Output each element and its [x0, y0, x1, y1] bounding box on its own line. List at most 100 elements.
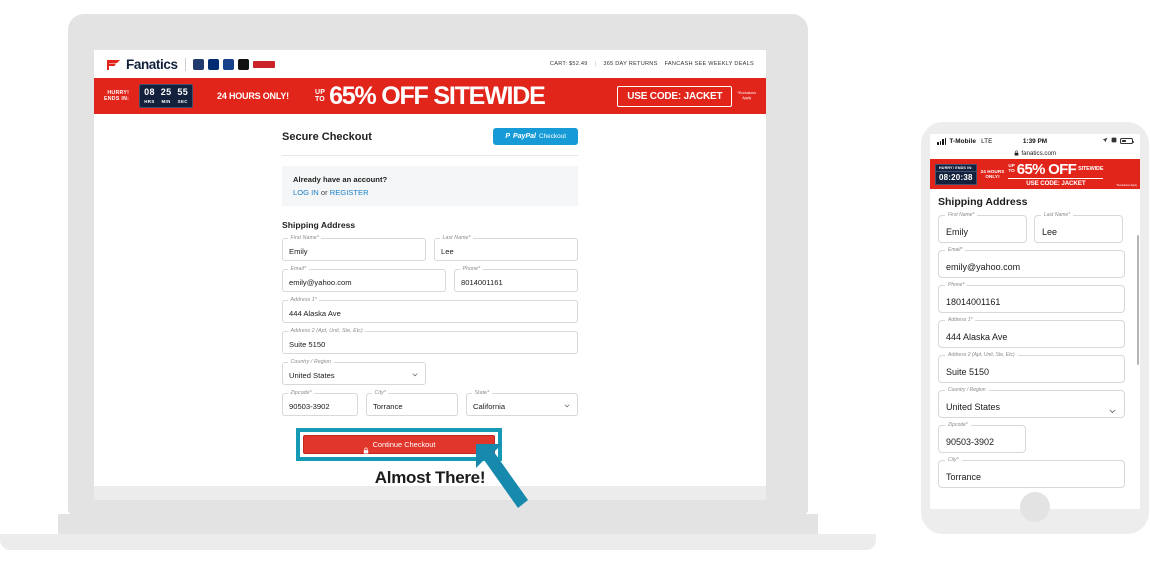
mobile-offer-headline: UP TO 65% OFF SITEWIDE [1008, 162, 1103, 177]
mobile-country-select[interactable]: Country / Region United States [938, 386, 1125, 418]
zipcode-field[interactable]: Zipcode* 90503-3902 [282, 389, 358, 416]
mobile-name-row: First Name* Emily Last Name* Lee [938, 211, 1132, 243]
network-label: LTE [981, 137, 993, 145]
league-logos [192, 58, 275, 70]
address1-label: Address 1* [288, 296, 320, 303]
lock-icon [1014, 150, 1019, 158]
nfl-logo-icon [192, 58, 204, 70]
city-field[interactable]: City* Torrance [366, 389, 458, 416]
mobile-city-value: Torrance [946, 472, 982, 482]
mobile-offer: UP TO 65% OFF SITEWIDE USE CODE: JACKET [1008, 162, 1103, 187]
first-name-field[interactable]: First Name* Emily [282, 234, 426, 261]
state-value: California [473, 402, 506, 411]
name-row: First Name* Emily Last Name* Lee [282, 234, 578, 261]
laptop-base [58, 514, 818, 534]
timer-seconds-unit: SEC [177, 99, 188, 104]
promo-code-area: USE CODE: JACKET *Exclusions Apply [617, 85, 756, 107]
address1-field[interactable]: Address 1* 444 Alaska Ave [282, 296, 578, 323]
mobile-phone-field[interactable]: Phone* 18014001161 [938, 281, 1125, 313]
mobile-percent-off: 65% OFF [1016, 160, 1077, 178]
paypal-checkout-button[interactable]: P PayPal Checkout [493, 128, 578, 145]
mobile-phone-row: Phone* 18014001161 [938, 281, 1132, 313]
mobile-up-to-line-2: TO [1008, 168, 1015, 173]
mobile-city-field[interactable]: City* Torrance [938, 456, 1125, 488]
state-select[interactable]: State* California [466, 389, 578, 416]
mobile-countdown: HURRY! ENDS IN: 08:20:38 [935, 163, 977, 185]
country-select[interactable]: Country / Region United States [282, 358, 426, 385]
mobile-email-label: Email* [945, 246, 966, 253]
lock-icon [363, 441, 369, 454]
phone-mockup: T-Mobile LTE 1:39 PM fanatics.com HURRY!… [921, 122, 1149, 534]
mobile-address2-field[interactable]: Address 2 (Apt, Unit, Ste, Etc) Suite 51… [938, 351, 1125, 383]
mobile-last-name-field[interactable]: Last Name* Lee [1034, 211, 1123, 243]
exclusions-note: *Exclusions Apply [737, 91, 756, 100]
timer-hours-value: 08 [144, 87, 155, 97]
mobile-address2-row: Address 2 (Apt, Unit, Ste, Etc) Suite 51… [938, 351, 1132, 383]
nhl-logo-icon [237, 58, 249, 70]
up-to-line-2: TO [314, 96, 325, 103]
mobile-checkout-body: Shipping Address First Name* Emily Last … [930, 189, 1140, 509]
mobile-exclusions-note: *Exclusions Apply [1116, 184, 1137, 187]
utility-divider: | [594, 61, 597, 67]
laptop-foot [0, 534, 876, 550]
checkout-header: Secure Checkout P PayPal Checkout [282, 128, 578, 145]
nascar-logo-icon [252, 60, 275, 68]
mobile-country-label: Country / Region [945, 386, 989, 393]
mobile-last-name-label: Last Name* [1041, 211, 1074, 218]
mobile-sitewide: SITEWIDE [1078, 166, 1104, 172]
contact-row: Email* emily@yahoo.com Phone* 8014001161 [282, 265, 578, 292]
returns-link[interactable]: 365 DAY RETURNS [603, 61, 657, 67]
paypal-icon: P [505, 133, 511, 140]
address2-value: Suite 5150 [289, 340, 326, 349]
laptop-mockup: Fanatics CART: $52.49 | 365 DAY RETURNS … [0, 14, 876, 556]
cart-label[interactable]: CART: $52.49 [550, 61, 588, 67]
mobile-address2-label: Address 2 (Apt, Unit, Ste, Etc) [945, 351, 1018, 358]
brand-logo[interactable]: Fanatics [106, 57, 178, 72]
brand-name: Fanatics [126, 56, 178, 72]
mobile-url-bar[interactable]: fanatics.com [930, 148, 1140, 159]
address2-field[interactable]: Address 2 (Apt, Unit, Ste, Etc) Suite 51… [282, 327, 578, 354]
mobile-hurry-label: HURRY! ENDS IN: [935, 163, 977, 171]
mobile-phone-value: 18014001161 [946, 297, 1001, 307]
mobile-promo-code: USE CODE: JACKET [1008, 177, 1104, 187]
mobile-timer-value: 08:20:38 [935, 170, 977, 185]
timer-seconds-value: 55 [177, 87, 189, 97]
mobile-country-row: Country / Region United States [938, 386, 1132, 418]
mobile-zipcode-field[interactable]: Zipcode* 90503-3902 [938, 421, 1026, 453]
mobile-address1-value: 444 Alaska Ave [946, 332, 1008, 342]
timer-hours: 08 HRS [144, 87, 155, 105]
mobile-country-value: United States [946, 402, 1001, 412]
mobile-hours-line-2: ONLY! [985, 174, 1000, 179]
mobile-zipcode-value: 90503-3902 [946, 437, 995, 447]
mobile-city-label: City* [945, 456, 962, 463]
phone-field[interactable]: Phone* 8014001161 [454, 265, 578, 292]
mobile-scrollbar[interactable] [1137, 235, 1139, 365]
shipping-address-heading: Shipping Address [282, 220, 356, 230]
register-link[interactable]: REGISTER [330, 188, 369, 197]
header-divider [184, 57, 186, 71]
fancash-link[interactable]: FANCASH SEE WEEKLY DEALS [665, 61, 754, 67]
last-name-label: Last Name* [440, 234, 474, 241]
account-prompt-box: Already have an account? LOG IN or REGIS… [282, 166, 578, 206]
mobile-address1-field[interactable]: Address 1* 444 Alaska Ave [938, 316, 1125, 348]
city-value: Torrance [373, 402, 403, 411]
mobile-hours-only: 24 HOURS ONLY! [981, 169, 1005, 180]
mobile-first-name-field[interactable]: First Name* Emily [938, 211, 1027, 243]
countdown-timer: 08 HRS 25 MIN 55 SEC [139, 84, 194, 108]
first-name-value: Emily [289, 247, 308, 256]
phone-home-button[interactable] [1020, 492, 1050, 522]
last-name-field[interactable]: Last Name* Lee [434, 234, 578, 261]
country-row: Country / Region United States [282, 358, 578, 385]
location-arrow-icon [1102, 137, 1108, 145]
mobile-email-value: emily@yahoo.com [946, 262, 1021, 272]
country-label: Country / Region [288, 358, 334, 365]
mobile-up-to: UP TO [1008, 163, 1015, 174]
zipcode-label: Zipcode* [288, 389, 315, 396]
mobile-email-field[interactable]: Email* emily@yahoo.com [938, 246, 1125, 278]
account-links: LOG IN or REGISTER [293, 188, 567, 197]
hurry-label: HURRY! ENDS IN: [104, 90, 129, 103]
login-link[interactable]: LOG IN [293, 188, 319, 197]
site-header: Fanatics CART: $52.49 | 365 DAY RETURNS … [94, 50, 766, 78]
email-field[interactable]: Email* emily@yahoo.com [282, 265, 446, 292]
continue-checkout-button[interactable]: Continue Checkout [303, 435, 495, 454]
